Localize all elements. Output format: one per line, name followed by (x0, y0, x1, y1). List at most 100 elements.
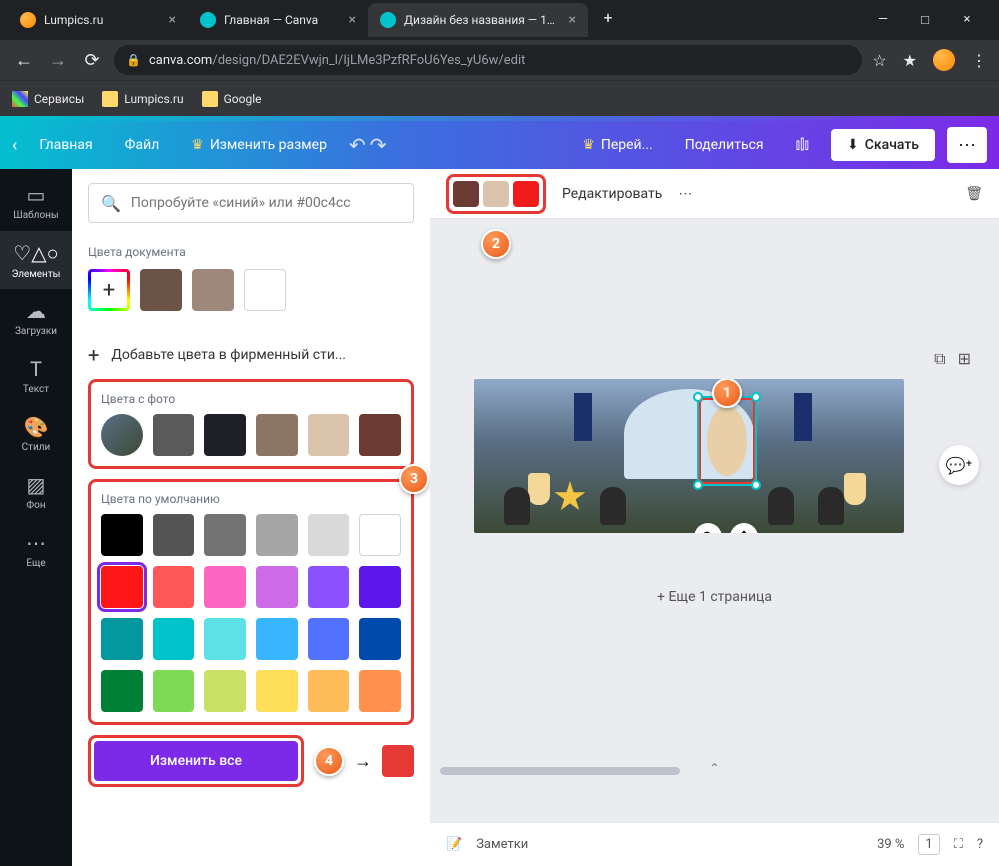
color-swatch[interactable] (453, 181, 479, 207)
comment-button[interactable]: 💬⁺ (939, 445, 979, 485)
color-swatch[interactable] (256, 514, 298, 556)
bookmark-lumpics[interactable]: Lumpics.ru (102, 91, 183, 107)
color-swatch[interactable] (308, 414, 350, 456)
forward-button[interactable]: → (46, 50, 70, 71)
color-swatch[interactable] (101, 618, 143, 660)
help-icon[interactable]: ? (977, 837, 983, 852)
share-button[interactable]: Поделиться (675, 131, 774, 159)
sidebar-item-background[interactable]: ▨Фон (0, 463, 72, 521)
redo-button[interactable]: ↷ (370, 133, 387, 157)
sidebar-item-text[interactable]: TТекст (0, 347, 72, 405)
resize-handle[interactable] (693, 480, 703, 490)
selection-box[interactable]: 1 (698, 397, 756, 485)
color-swatch[interactable] (308, 618, 350, 660)
color-swatch[interactable] (153, 414, 195, 456)
back-chevron-icon[interactable]: ‹ (12, 135, 17, 156)
tab-canva-home[interactable]: Главная — Canva × (188, 3, 368, 37)
target-color-swatch[interactable] (382, 745, 414, 777)
more-button[interactable]: ⋯ (947, 127, 987, 163)
address-bar[interactable]: 🔒 canva.com/design/DAE2EVwjn_l/IjLMe3Pzf… (114, 45, 862, 75)
color-swatch[interactable] (140, 269, 182, 311)
maximize-button[interactable]: □ (913, 12, 937, 28)
color-swatch[interactable] (308, 670, 350, 712)
minimize-button[interactable]: — (871, 12, 895, 28)
color-swatch[interactable] (244, 269, 286, 311)
home-link[interactable]: Главная (29, 131, 102, 159)
tab-lumpics[interactable]: Lumpics.ru × (8, 3, 188, 37)
add-color-button[interactable]: + (88, 269, 130, 311)
color-swatch[interactable] (204, 566, 246, 608)
sidebar-item-templates[interactable]: ▭Шаблоны (0, 173, 72, 231)
color-swatch[interactable] (153, 618, 195, 660)
fullscreen-icon[interactable]: ⛶ (954, 837, 963, 852)
new-tab-button[interactable]: + (594, 3, 622, 31)
color-swatch[interactable] (101, 566, 143, 608)
back-button[interactable]: ← (12, 50, 36, 71)
notes-button[interactable]: Заметки (476, 837, 528, 852)
upgrade-button[interactable]: ♛Перей... (572, 131, 662, 159)
close-icon[interactable]: × (349, 12, 356, 28)
color-swatch[interactable] (192, 269, 234, 311)
color-swatch[interactable] (101, 670, 143, 712)
color-swatch[interactable] (359, 414, 401, 456)
extension-icon[interactable]: ★ (903, 51, 917, 70)
change-all-button[interactable]: Изменить все (94, 741, 298, 781)
undo-button[interactable]: ↶ (349, 133, 366, 157)
add-page-icon[interactable]: ⊞ (958, 349, 971, 369)
brand-colors-add[interactable]: + Добавьте цвета в фирменный сти... (88, 331, 414, 379)
color-swatch[interactable] (308, 514, 350, 556)
color-swatch[interactable] (359, 566, 401, 608)
color-swatch[interactable] (359, 618, 401, 660)
color-swatch[interactable] (359, 514, 401, 556)
profile-avatar[interactable] (933, 49, 955, 71)
sidebar-item-styles[interactable]: 🎨Стили (0, 405, 72, 463)
move-button[interactable]: ✥ (730, 523, 758, 533)
edit-link[interactable]: Редактировать (562, 186, 662, 202)
scroll-thumb[interactable] (440, 767, 680, 775)
color-swatch[interactable] (101, 514, 143, 556)
color-swatch[interactable] (256, 618, 298, 660)
canvas-viewport[interactable]: ⧉ ⊞ 1 (430, 219, 999, 822)
color-swatch[interactable] (359, 670, 401, 712)
stats-button[interactable]: ⫾⫿⫾ (786, 131, 819, 159)
color-swatch[interactable] (256, 566, 298, 608)
resize-handle[interactable] (693, 392, 703, 402)
add-page-button[interactable]: + Еще 1 страница (657, 589, 772, 605)
sidebar-item-elements[interactable]: ♡△○Элементы (0, 231, 72, 289)
menu-icon[interactable]: ⋮ (971, 51, 987, 70)
design-canvas[interactable]: 1 ⟳ ✥ (474, 379, 904, 533)
color-swatch[interactable] (204, 414, 246, 456)
close-button[interactable]: × (955, 12, 979, 28)
resize-button[interactable]: ♛Изменить размер (181, 131, 337, 159)
color-swatch[interactable] (153, 566, 195, 608)
photo-thumb[interactable] (101, 414, 143, 456)
resize-handle[interactable] (751, 392, 761, 402)
sidebar-item-uploads[interactable]: ☁Загрузки (0, 289, 72, 347)
color-swatch[interactable] (256, 414, 298, 456)
file-menu[interactable]: Файл (115, 131, 170, 159)
chevron-up-icon[interactable]: ⌃ (709, 761, 719, 775)
download-button[interactable]: ⬇Скачать (831, 129, 935, 161)
color-swatch[interactable] (308, 566, 350, 608)
color-swatch[interactable] (153, 670, 195, 712)
bookmark-apps[interactable]: Сервисы (12, 91, 84, 107)
sidebar-item-more[interactable]: ⋯Еще (0, 521, 72, 579)
more-options[interactable]: ⋯ (678, 186, 692, 202)
search-input[interactable] (131, 195, 401, 211)
bookmark-google[interactable]: Google (202, 91, 262, 107)
color-swatch[interactable] (204, 514, 246, 556)
star-icon[interactable]: ☆ (872, 51, 886, 70)
reload-button[interactable]: ⟳ (80, 50, 104, 71)
color-swatch[interactable] (483, 181, 509, 207)
delete-icon[interactable]: 🗑 (965, 186, 983, 202)
color-swatch[interactable] (204, 618, 246, 660)
rotate-button[interactable]: ⟳ (694, 523, 722, 533)
color-swatch[interactable] (256, 670, 298, 712)
duplicate-page-icon[interactable]: ⧉ (934, 349, 945, 369)
zoom-level[interactable]: 39 % (877, 837, 904, 852)
resize-handle[interactable] (751, 480, 761, 490)
close-icon[interactable]: × (569, 12, 576, 28)
color-search[interactable]: 🔍 (88, 183, 414, 223)
tab-canva-design[interactable]: Дизайн без названия — 1024 × (368, 3, 588, 37)
color-swatch[interactable] (204, 670, 246, 712)
